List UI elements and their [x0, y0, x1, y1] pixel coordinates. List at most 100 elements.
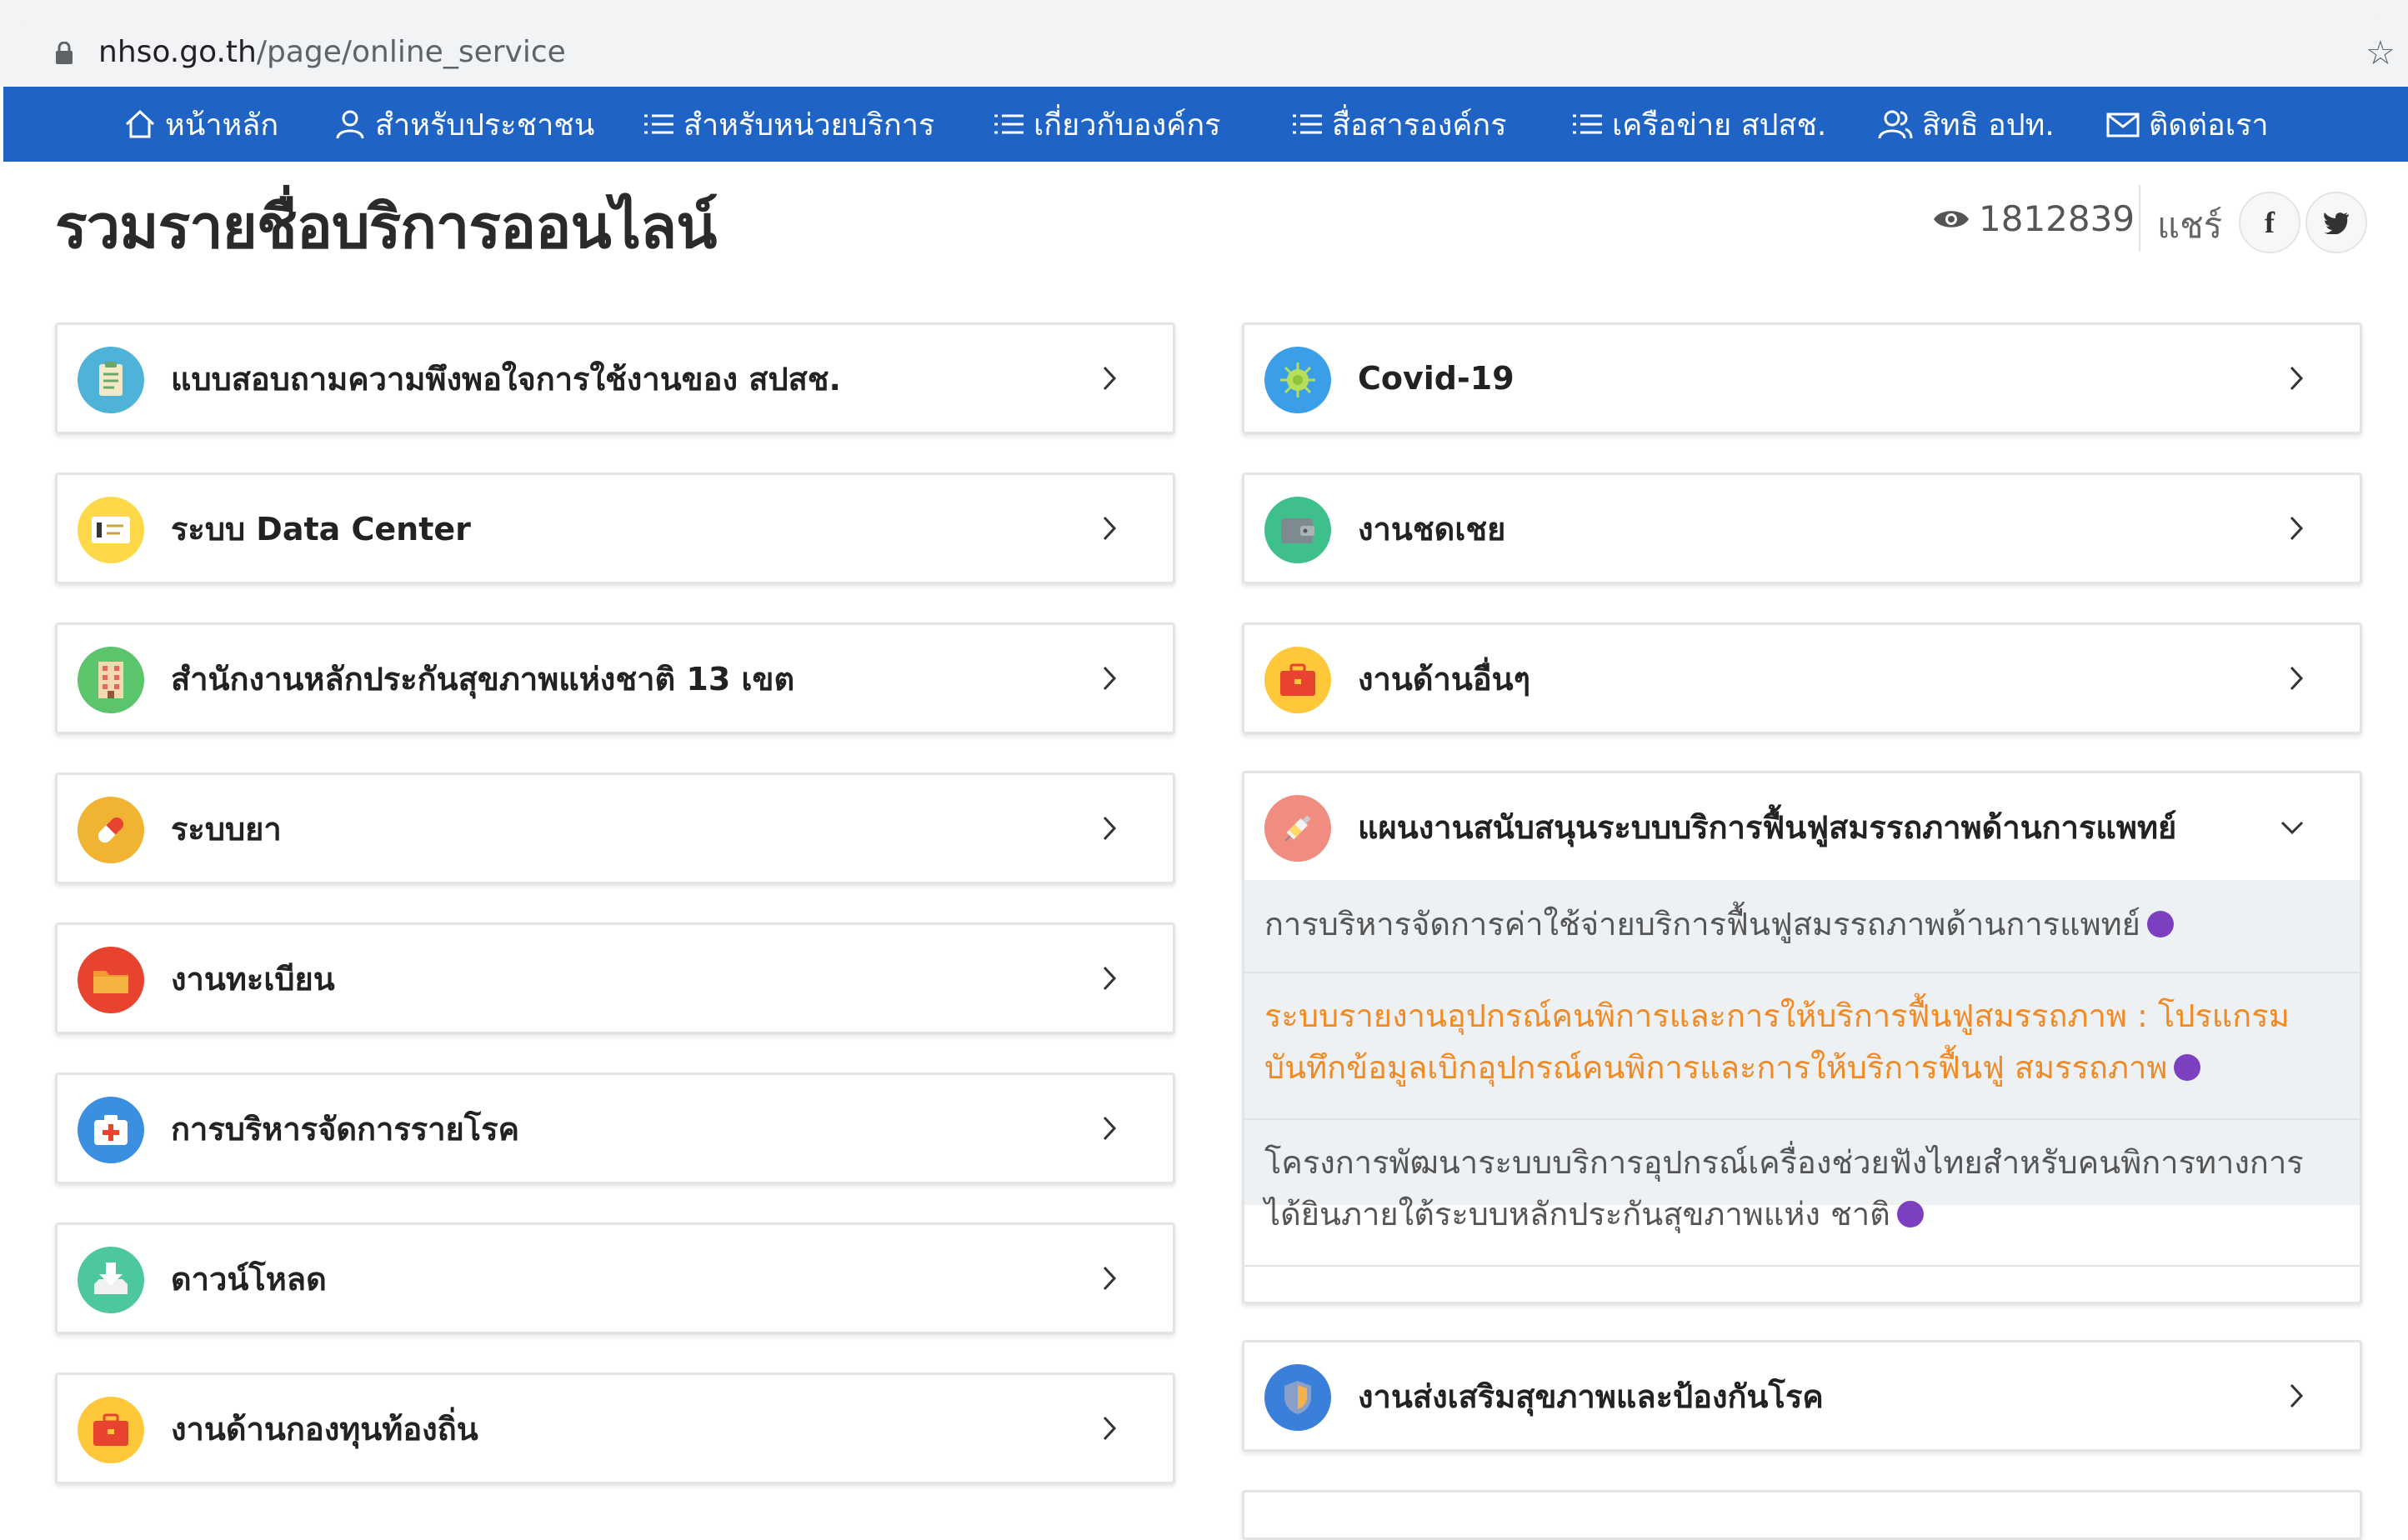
nav-item-providers[interactable]: สำหรับหน่วยบริการ — [642, 87, 934, 162]
chevron-right-icon — [1103, 816, 1117, 841]
list-icon — [642, 108, 675, 141]
list-icon — [992, 108, 1025, 141]
service-card-compensation[interactable]: งานชดเชย — [1242, 472, 2362, 584]
nav-item-about[interactable]: เกี่ยวกับองค์กร — [992, 87, 1220, 162]
chevron-right-icon — [2290, 516, 2304, 541]
service-card-label: งานด้านกองทุนท้องถิ่น — [171, 1410, 478, 1448]
service-card-download[interactable]: ดาวน์โหลด — [55, 1222, 1175, 1334]
first-aid-icon — [78, 1097, 144, 1163]
nav-label: เกี่ยวกับองค์กร — [1034, 108, 1221, 142]
building-icon — [78, 647, 144, 713]
bookmark-star-icon[interactable]: ☆ — [2365, 37, 2395, 70]
service-card-label: ระบบยา — [171, 810, 282, 848]
nav-label: เครือข่าย สปสช. — [1612, 108, 1827, 142]
service-card-label: Covid-19 — [1358, 360, 1514, 397]
service-card-local-fund[interactable]: งานด้านกองทุนท้องถิ่น — [55, 1372, 1175, 1484]
chevron-right-icon — [1103, 1416, 1117, 1441]
header-divider — [2139, 185, 2140, 252]
view-counter: 1812839 — [1932, 198, 2135, 239]
service-card-label: ระบบ Data Center — [171, 510, 471, 548]
service-card-label: งานด้านอื่นๆ — [1358, 660, 1531, 698]
service-card-other[interactable]: งานด้านอื่นๆ — [1242, 622, 2362, 734]
chevron-right-icon — [2290, 1383, 2304, 1408]
survey-icon — [78, 347, 144, 413]
nav-item-media[interactable]: สื่อสารองค์กร — [1290, 87, 1507, 162]
users-icon — [1877, 108, 1914, 141]
sub-link-text: ระบบรายงานอุปกรณ์คนพิการและการให้บริการฟ… — [1264, 998, 2290, 1086]
service-card-drug-system[interactable]: ระบบยา — [55, 772, 1175, 884]
nav-item-contact[interactable]: ติดต่อเรา — [2105, 87, 2269, 162]
id-card-icon — [78, 497, 144, 563]
chevron-right-icon — [1103, 516, 1117, 541]
syringe-icon — [1264, 795, 1331, 862]
service-card-rehabilitation-expanded: แผนงานสนับสนุนระบบบริการฟื้นฟูสมรรถภาพด้… — [1242, 771, 2362, 1304]
url-field[interactable]: nhso.go.th/page/online_service ☆ — [15, 12, 2395, 80]
external-link-icon — [2146, 910, 2174, 938]
service-card-health-promotion[interactable]: งานส่งเสริมสุขภาพและป้องกันโรค — [1242, 1340, 2362, 1452]
service-card-disease-management[interactable]: การบริหารจัดการรายโรค — [55, 1072, 1175, 1184]
nav-label: หน้าหลัก — [165, 108, 279, 142]
chevron-right-icon — [1103, 966, 1117, 991]
twitter-share-button[interactable] — [2305, 192, 2367, 253]
wallet-icon — [1264, 497, 1331, 563]
chevron-right-icon — [1103, 1116, 1117, 1141]
url-text: nhso.go.th/page/online_service — [98, 35, 566, 69]
share-label: แชร์ — [2157, 205, 2223, 246]
sub-link-rehab-expenses[interactable]: การบริหารจัดการค่าใช้จ่ายบริการฟื้นฟูสมร… — [1244, 898, 2360, 950]
service-card-data-center[interactable]: ระบบ Data Center — [55, 472, 1175, 584]
chevron-right-icon — [1103, 666, 1117, 691]
shield-icon — [1264, 1364, 1331, 1431]
page-title: รวมรายชื่อบริการออนไลน์ — [55, 192, 717, 262]
accordion-title: แผนงานสนับสนุนระบบบริการฟื้นฟูสมรรถภาพด้… — [1358, 808, 2177, 846]
accordion-header[interactable]: แผนงานสนับสนุนระบบบริการฟื้นฟูสมรรถภาพด้… — [1244, 773, 2360, 880]
divider — [1244, 1118, 2360, 1120]
nav-item-public[interactable]: สำหรับประชาชน — [333, 87, 594, 162]
briefcase-icon — [1264, 647, 1331, 713]
service-card-label: แบบสอบถามความพึงพอใจการใช้งานของ สปสช. — [171, 360, 841, 398]
browser-address-bar: nhso.go.th/page/online_service ☆ — [0, 0, 2408, 87]
sub-link-hearing-aid[interactable]: โครงการพัฒนาระบบบริการอุปกรณ์เครื่องช่วย… — [1244, 1137, 2360, 1240]
accordion-body: การบริหารจัดการค่าใช้จ่ายบริการฟื้นฟูสมร… — [1244, 880, 2360, 1267]
nav-label: สิทธิ อปท. — [1922, 108, 2055, 142]
service-card-label: งานทะเบียน — [171, 960, 335, 998]
facebook-share-button[interactable]: f — [2239, 192, 2300, 253]
divider — [1244, 1265, 2360, 1267]
service-card-survey[interactable]: แบบสอบถามความพึงพอใจการใช้งานของ สปสช. — [55, 322, 1175, 434]
nav-item-network[interactable]: เครือข่าย สปสช. — [1570, 87, 1826, 162]
lock-icon — [56, 42, 73, 64]
service-card-covid19[interactable]: Covid-19 — [1242, 322, 2362, 434]
chevron-right-icon — [2290, 666, 2304, 691]
eye-icon — [1932, 207, 1970, 232]
service-card-label: การบริหารจัดการรายโรค — [171, 1110, 520, 1148]
chevron-down-icon — [2280, 821, 2304, 835]
main-nav: หน้าหลัก สำหรับประชาชน สำหรับหน่วยบริการ… — [3, 87, 2408, 162]
chevron-right-icon — [2290, 366, 2304, 391]
chevron-right-icon — [1103, 366, 1117, 391]
service-card-13-regions[interactable]: สำนักงานหลักประกันสุขภาพแห่งชาติ 13 เขต — [55, 622, 1175, 734]
virus-icon — [1264, 347, 1331, 413]
user-icon — [333, 108, 367, 141]
view-count: 1812839 — [1979, 198, 2135, 239]
service-card-label: สำนักงานหลักประกันสุขภาพแห่งชาติ 13 เขต — [171, 660, 795, 698]
service-card-label: งานส่งเสริมสุขภาพและป้องกันโรค — [1358, 1378, 1824, 1415]
external-link-icon — [1896, 1200, 1924, 1228]
nav-item-local-rights[interactable]: สิทธิ อปท. — [1877, 87, 2055, 162]
sub-link-device-report[interactable]: ระบบรายงานอุปกรณ์คนพิการและการให้บริการฟ… — [1244, 990, 2360, 1093]
nav-label: สำหรับหน่วยบริการ — [683, 108, 935, 142]
download-icon — [78, 1247, 144, 1313]
nav-item-home[interactable]: หน้าหลัก — [123, 87, 278, 162]
divider — [1244, 972, 2360, 973]
medicine-icon — [78, 797, 144, 863]
chevron-right-icon — [1103, 1266, 1117, 1291]
list-icon — [1290, 108, 1324, 141]
service-card-registration[interactable]: งานทะเบียน — [55, 922, 1175, 1034]
service-card-partial[interactable] — [1242, 1490, 2362, 1540]
nav-label: สำหรับประชาชน — [375, 108, 595, 142]
mail-icon — [2105, 108, 2140, 141]
sub-link-text: การบริหารจัดการค่าใช้จ่ายบริการฟื้นฟูสมร… — [1264, 906, 2140, 942]
home-icon — [123, 108, 157, 141]
service-card-label: ดาวน์โหลด — [171, 1260, 327, 1298]
sub-link-text: โครงการพัฒนาระบบบริการอุปกรณ์เครื่องช่วย… — [1264, 1144, 2304, 1232]
nav-label: ติดต่อเรา — [2149, 108, 2269, 142]
briefcase-icon — [78, 1397, 144, 1463]
